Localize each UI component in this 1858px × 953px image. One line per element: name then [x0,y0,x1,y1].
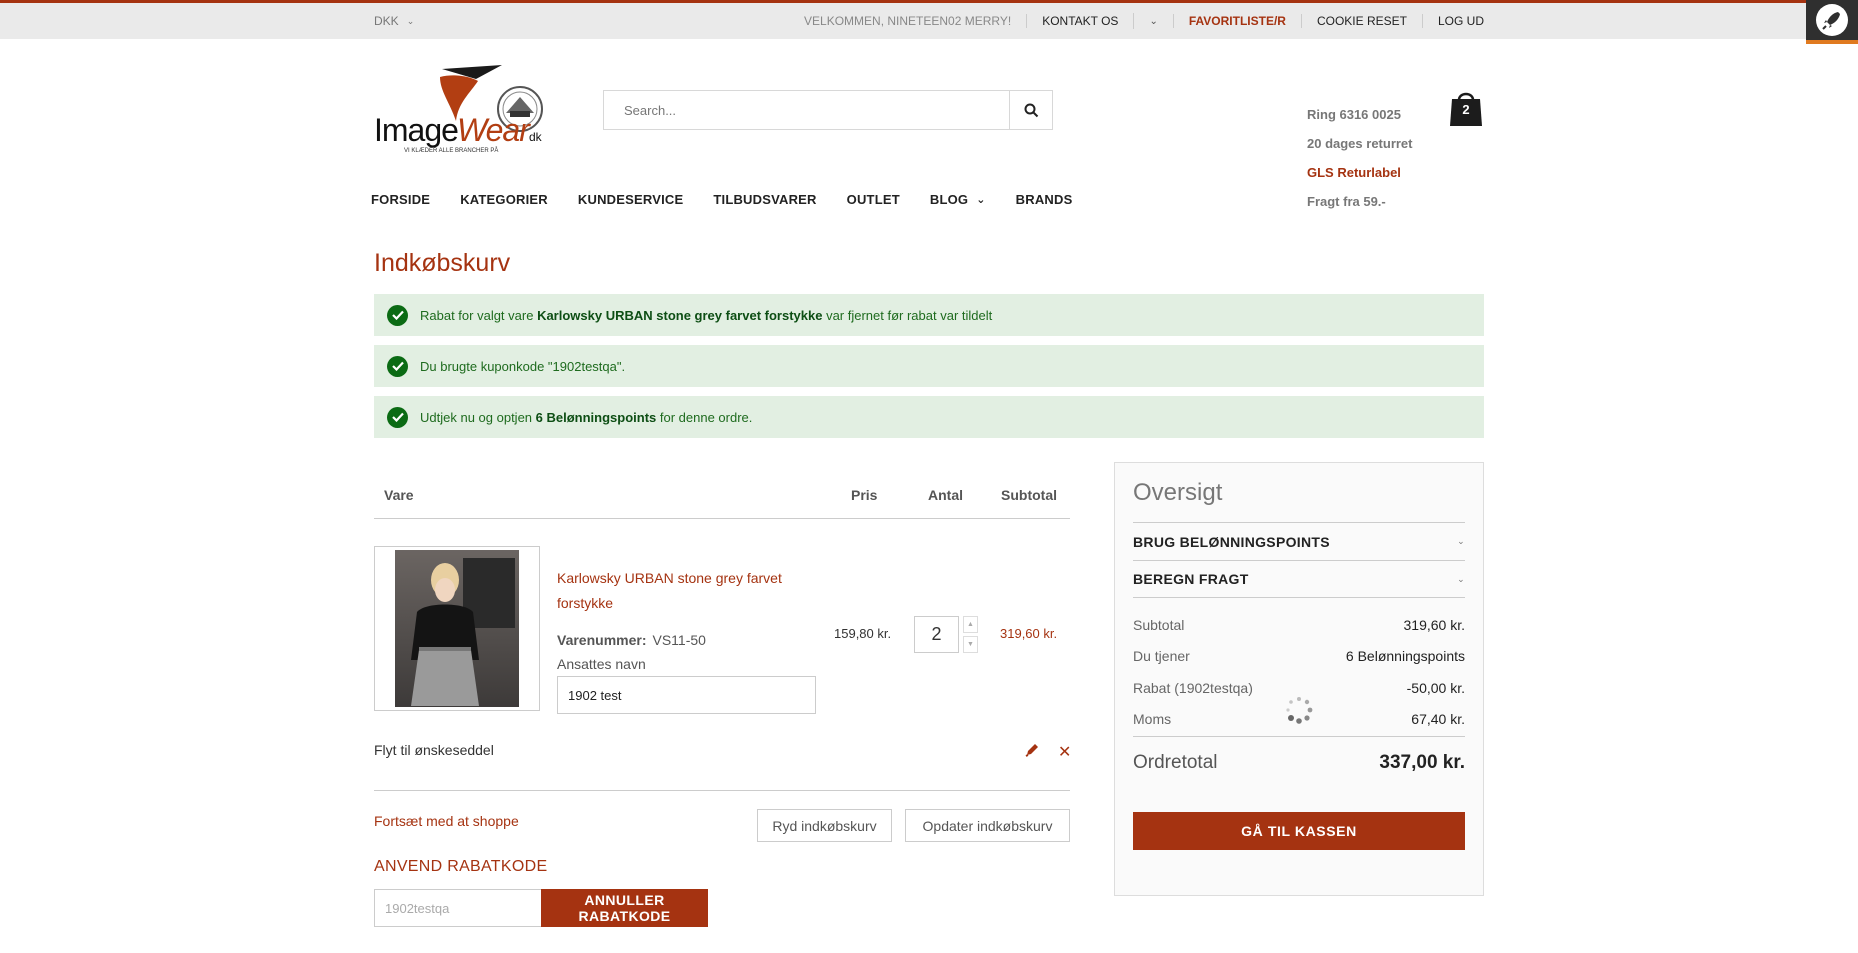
account-dropdown[interactable]: ⌄ [1133,13,1172,29]
svg-text:Wear: Wear [457,112,531,148]
message-text: Udtjek nu og optjen 6 Belønningspoints f… [420,409,753,425]
order-summary: Oversigt BRUG BELØNNINGSPOINTS ⌄ BEREGN F… [1114,462,1484,896]
contact-link[interactable]: KONTAKT OS [1026,14,1133,28]
success-message: Rabat for valgt vare Karlowsky URBAN sto… [374,294,1484,336]
check-circle-icon [387,304,408,326]
product-name-link[interactable]: Karlowsky URBAN stone grey farvet forsty… [557,566,797,616]
svg-text:dk: dk [529,130,543,144]
summary-row: Subtotal 319,60 kr. [1133,617,1465,633]
welcome-text: VELKOMMEN, NINETEEN02 MERRY! [804,14,1012,28]
gls-return-label-link[interactable]: GLS Returlabel [1307,162,1413,191]
coupon-title: ANVEND RABATKODE [374,858,548,875]
message-text: Rabat for valgt vare Karlowsky URBAN sto… [420,307,993,323]
product-sku: Varenummer: VS11-50 [557,632,706,648]
check-circle-icon [387,355,408,377]
order-total: Ordretotal 337,00 kr. [1133,736,1465,774]
quantity-input[interactable]: 2 [914,616,959,653]
mini-cart[interactable]: 2 [1448,88,1484,128]
summary-row: Du tjener 6 Belønningspoints [1133,648,1465,664]
svg-text:Image: Image [374,112,458,148]
checkout-button[interactable]: GÅ TIL KASSEN [1133,812,1465,850]
chevron-down-icon: ⌄ [1457,536,1465,546]
divider [374,790,1070,791]
item-price: 159,80 kr. [834,626,892,641]
col-price: Pris [851,487,878,503]
logout-link[interactable]: LOG UD [1421,14,1484,28]
currency-label: DKK [374,14,399,28]
cookie-reset-link[interactable]: COOKIE RESET [1300,14,1422,28]
edit-icon[interactable] [1024,742,1040,758]
search-box [603,90,1053,130]
employee-name-input[interactable] [557,676,816,714]
success-message: Du brugte kuponkode "1902testqa". [374,345,1484,387]
update-cart-button[interactable]: Opdater indkøbskurv [905,809,1070,842]
page-title: Indkøbskurv [374,249,511,277]
clear-cart-button[interactable]: Ryd indkøbskurv [757,809,892,842]
quantity-stepper: ▲ ▼ [963,616,978,653]
cart-count: 2 [1462,102,1470,117]
main-nav: FORSIDE KATEGORIER KUNDESERVICE TILBUDSV… [371,192,1102,207]
chevron-down-icon: ⌄ [406,15,415,26]
col-qty: Antal [928,487,963,503]
rocket-icon [1816,4,1848,36]
continue-shopping-link[interactable]: Fortsæt med at shoppe [374,813,519,829]
top-bar: DKK ⌄ VELKOMMEN, NINETEEN02 MERRY! KONTA… [0,0,1858,39]
phone-info: Ring 6316 0025 [1307,107,1401,122]
currency-switcher[interactable]: DKK ⌄ [374,14,414,28]
nav-item-kategorier[interactable]: KATEGORIER [460,192,548,207]
coupon-input[interactable] [374,889,541,927]
return-info: 20 dages returret [1307,136,1413,151]
summary-title: Oversigt [1133,479,1223,506]
success-message: Udtjek nu og optjen 6 Belønningspoints f… [374,396,1484,438]
nav-item-forside[interactable]: FORSIDE [371,192,430,207]
check-circle-icon [387,406,408,428]
search-input[interactable] [604,91,1009,129]
nav-item-brands[interactable]: BRANDS [1016,192,1073,207]
svg-text:VI KLÆDER ALLE BRANCHER PÅ: VI KLÆDER ALLE BRANCHER PÅ [404,147,498,154]
cancel-coupon-button[interactable]: ANNULLER RABATKODE [541,889,708,927]
employee-name-label: Ansattes navn [557,656,646,672]
nav-item-outlet[interactable]: OUTLET [847,192,900,207]
decrement-button[interactable]: ▼ [963,636,978,653]
rocket-launcher-button[interactable] [1806,0,1858,44]
chevron-down-icon: ⌄ [1149,16,1158,27]
nav-item-kundeservice[interactable]: KUNDESERVICE [578,192,683,207]
increment-button[interactable]: ▲ [963,616,978,633]
site-logo[interactable]: Image Wear dk VI KLÆDER ALLE BRANCHER PÅ [374,63,544,155]
shipping-info: Fragt fra 59.- [1307,194,1386,209]
remove-item-icon[interactable]: ✕ [1058,742,1071,762]
chevron-down-icon: ⌄ [1457,573,1465,584]
search-button[interactable] [1009,91,1052,129]
move-to-wishlist-link[interactable]: Flyt til ønskeseddel [374,742,494,758]
nav-item-blog[interactable]: BLOG ⌄ [930,192,986,207]
search-icon [1024,103,1038,117]
loading-spinner-icon [1282,693,1316,727]
wishlist-link[interactable]: FAVORITLISTE/R [1172,14,1301,28]
header-info: Ring 6316 0025 20 dages returret GLS Ret… [1307,104,1413,220]
message-text: Du brugte kuponkode "1902testqa". [420,358,626,374]
col-subtotal: Subtotal [1001,487,1057,503]
col-item: Vare [384,487,414,503]
item-subtotal: 319,60 kr. [1000,626,1058,641]
calculate-shipping-toggle[interactable]: BEREGN FRAGT ⌄ [1133,560,1465,598]
cart-table-header: Vare Pris Antal Subtotal [374,480,1070,519]
nav-item-tilbudsvarer[interactable]: TILBUDSVARER [713,192,816,207]
chevron-down-icon: ⌄ [976,194,986,206]
reward-points-toggle[interactable]: BRUG BELØNNINGSPOINTS ⌄ [1133,522,1465,560]
product-image[interactable] [374,546,540,711]
